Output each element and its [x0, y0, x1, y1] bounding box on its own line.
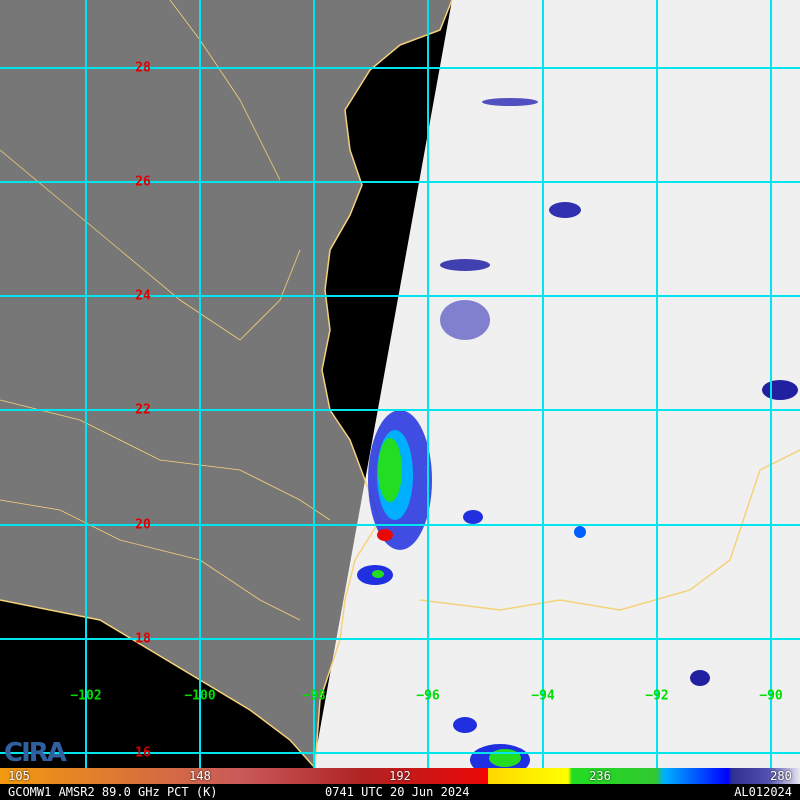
colorbar-tick: 192: [389, 769, 411, 783]
latitude-label: 20: [135, 517, 151, 533]
storm-id: AL012024: [734, 785, 792, 799]
latitude-label: 28: [135, 60, 151, 76]
longitude-label: −102: [70, 688, 102, 704]
footer: GCOMW1 AMSR2 89.0 GHz PCT (K) 0741 UTC 2…: [0, 784, 800, 800]
colorbar-tick: 105: [8, 769, 30, 783]
colorbar-tick: 280: [770, 769, 792, 783]
longitude-label: −98: [302, 688, 326, 704]
colorbar-tick: 236: [589, 769, 611, 783]
product-label: GCOMW1 AMSR2 89.0 GHz PCT (K): [8, 785, 218, 799]
longitude-label: −90: [759, 688, 783, 704]
longitude-label: −96: [416, 688, 440, 704]
satellite-map: 28 26 24 22 20 18 16 −102 −100 −98 −96 −…: [0, 0, 800, 800]
cira-logo: CIRA: [4, 738, 67, 768]
colorbar-tick: 148: [189, 769, 211, 783]
map-canvas: [0, 0, 800, 768]
longitude-label: −94: [531, 688, 555, 704]
longitude-label: −92: [645, 688, 669, 704]
longitude-label: −100: [184, 688, 216, 704]
latitude-label: 22: [135, 402, 151, 418]
latitude-label: 26: [135, 174, 151, 190]
latitude-label: 16: [135, 745, 151, 761]
timestamp: 0741 UTC 20 Jun 2024: [325, 785, 470, 799]
latitude-label: 18: [135, 631, 151, 647]
latitude-label: 24: [135, 288, 151, 304]
